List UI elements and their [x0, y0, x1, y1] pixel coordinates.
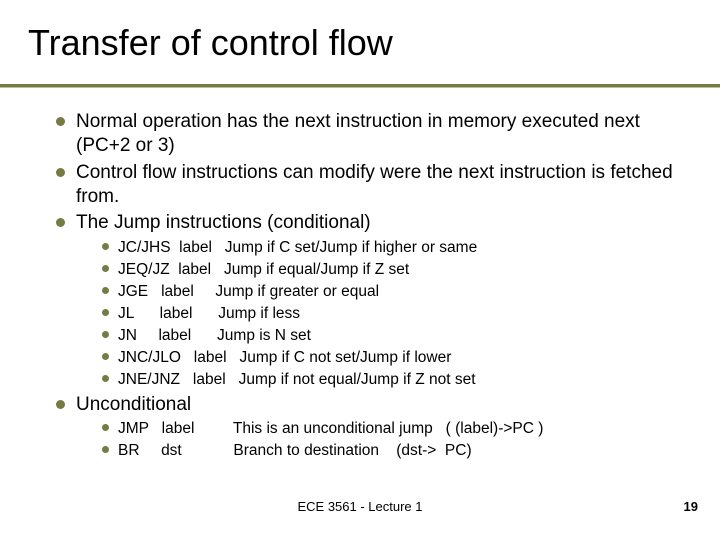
slide: Transfer of control flow Normal operatio… [0, 0, 720, 540]
sub-bullet-text: JGE label Jump if greater or equal [118, 283, 379, 300]
sub-bullet-item: JGE label Jump if greater or equal [102, 282, 680, 302]
sub-bullet-list: JC/JHS label Jump if C set/Jump if highe… [102, 238, 680, 391]
bullet-item: Control flow instructions can modify wer… [56, 161, 680, 210]
sub-bullet-item: JC/JHS label Jump if C set/Jump if highe… [102, 238, 680, 258]
sub-bullet-text: BR dst Branch to destination (dst-> PC) [118, 442, 472, 459]
bullet-text: Control flow instructions can modify wer… [76, 162, 673, 207]
sub-bullet-text: JEQ/JZ label Jump if equal/Jump if Z set [118, 261, 409, 278]
title-underline [0, 84, 720, 87]
bullet-list: Normal operation has the next instructio… [56, 110, 680, 461]
sub-bullet-item: JNE/JNZ label Jump if not equal/Jump if … [102, 370, 680, 390]
sub-bullet-item: JN label Jump is N set [102, 326, 680, 346]
bullet-text: Unconditional [76, 394, 191, 415]
slide-body: Normal operation has the next instructio… [56, 110, 680, 463]
slide-title: Transfer of control flow [28, 18, 692, 72]
sub-bullet-text: JMP label This is an unconditional jump … [118, 420, 543, 437]
sub-bullet-text: JNE/JNZ label Jump if not equal/Jump if … [118, 371, 476, 388]
sub-bullet-item: JNC/JLO label Jump if C not set/Jump if … [102, 348, 680, 368]
bullet-text: The Jump instructions (conditional) [76, 212, 371, 233]
sub-bullet-item: JMP label This is an unconditional jump … [102, 419, 680, 439]
sub-bullet-text: JL label Jump if less [118, 305, 300, 322]
bullet-item: The Jump instructions (conditional) JC/J… [56, 211, 680, 390]
footer-text: ECE 3561 - Lecture 1 [0, 499, 720, 514]
page-number: 19 [684, 499, 698, 514]
sub-bullet-item: JL label Jump if less [102, 304, 680, 324]
sub-bullet-text: JNC/JLO label Jump if C not set/Jump if … [118, 349, 451, 366]
sub-bullet-item: BR dst Branch to destination (dst-> PC) [102, 441, 680, 461]
bullet-text: Normal operation has the next instructio… [76, 111, 640, 156]
sub-bullet-list: JMP label This is an unconditional jump … [102, 419, 680, 461]
sub-bullet-text: JC/JHS label Jump if C set/Jump if highe… [118, 239, 477, 256]
bullet-item: Unconditional JMP label This is an uncon… [56, 393, 680, 462]
bullet-item: Normal operation has the next instructio… [56, 110, 680, 159]
sub-bullet-item: JEQ/JZ label Jump if equal/Jump if Z set [102, 260, 680, 280]
sub-bullet-text: JN label Jump is N set [118, 327, 311, 344]
